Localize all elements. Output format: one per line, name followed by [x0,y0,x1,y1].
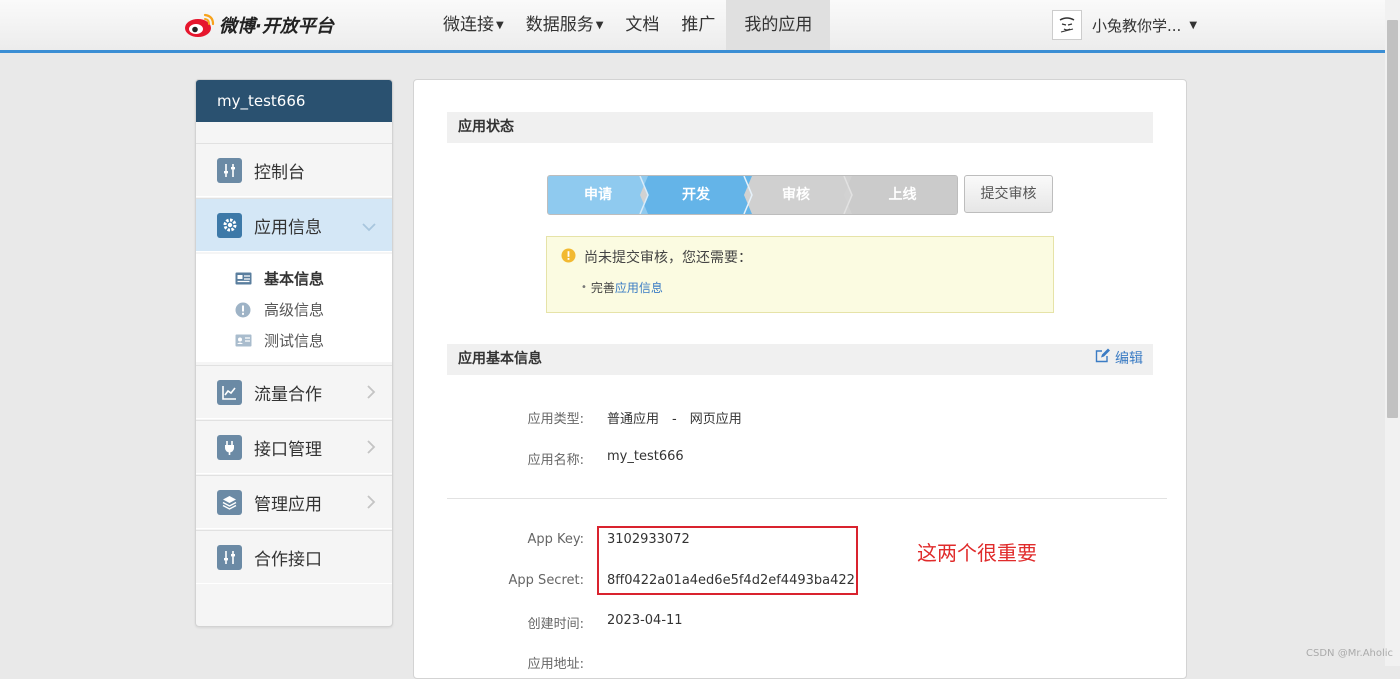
sidebar-item-manage-app[interactable]: 管理应用 [196,475,392,529]
notice-item-prefix: 完善 [590,281,615,295]
submenu-advanced-info[interactable]: 高级信息 [234,299,324,320]
sidebar-item-app-info[interactable]: 应用信息 [196,198,392,252]
sliders-icon [217,544,242,570]
chevron-right-icon [366,439,376,458]
status-progress-bar: 申请 开发 审核 上线 [547,175,958,215]
chevron-down-icon [362,217,376,236]
nav-label: 我的应用 [744,15,813,35]
created-time-value: 2023-04-11 [607,613,683,628]
test-card-icon [234,332,252,350]
submenu-label: 高级信息 [264,301,325,319]
plug-icon [217,434,242,460]
submit-review-button[interactable]: 提交审核 [964,175,1053,213]
divider [447,498,1167,499]
main-nav: 微连接 ▼ 数据服务 ▼ 文档 推广 我的应用 [432,0,831,50]
nav-data-services[interactable]: 数据服务 ▼ [515,0,615,50]
sidebar-item-label: 控制台 [254,162,305,183]
submenu-test-info[interactable]: 测试信息 [234,330,324,351]
nav-micro-connect[interactable]: 微连接 ▼ [432,0,515,50]
avatar[interactable] [1052,10,1082,40]
nav-label: 推广 [681,15,716,35]
sidebar-item-label: 合作接口 [254,549,322,570]
user-name: 小兔教你学... [1092,16,1182,35]
nav-docs[interactable]: 文档 [614,0,670,50]
sidebar-item-label: 应用信息 [254,217,322,238]
sidebar-item-traffic[interactable]: 流量合作 [196,365,392,419]
app-address-label: 应用地址: [527,657,584,672]
step-review: 审核 [782,187,810,203]
annotation-text: 这两个很重要 [917,541,1037,565]
main-panel: 应用状态 申请 开发 审核 上线 提交审核 尚未提交审核，您还需要： • 完善应… [413,79,1187,679]
app-type-value: 普通应用 - 网页应用 [607,412,742,427]
sliders-icon [217,157,242,183]
notice-title-row: 尚未提交审核，您还需要： [561,247,752,267]
sidebar: my_test666 控制台 应用信息 基本信息 高级信息 测试信息 流量合作 … [195,79,393,627]
submenu-label: 基本信息 [264,270,325,288]
submenu-label: 测试信息 [264,332,325,350]
app-name-label: 应用名称: [527,453,584,468]
created-time-label: 创建时间: [527,617,584,632]
notice-box: 尚未提交审核，您还需要： • 完善 应用信息 [546,236,1054,313]
notice-item: • 完善 应用信息 [581,279,663,296]
nav-label: 数据服务 [525,15,594,35]
user-menu[interactable]: 小兔教你学... ▼ [1052,8,1197,42]
weibo-eye-icon [183,11,217,39]
brand-text: 微博·开放平台 [219,16,334,37]
key-secret-highlight-box [597,526,858,595]
nav-promotion[interactable]: 推广 [670,0,726,50]
bullet-icon: • [581,282,587,293]
section-header-basic-info: 应用基本信息 编辑 [447,344,1153,375]
scrollbar-thumb[interactable] [1387,20,1398,418]
sidebar-item-label: 流量合作 [254,384,322,405]
top-nav-bar: 微博·开放平台 微连接▼ 数据服务▼ 文档 推广 我的应用 小兔教你学... [0,0,1385,53]
notice-title: 尚未提交审核，您还需要： [584,250,752,266]
app-name-value: my_test666 [607,449,684,464]
app-type-label: 应用类型: [527,412,584,427]
chevron-right-icon [366,384,376,403]
sidebar-item-console[interactable]: 控制台 [196,143,392,197]
id-card-icon [234,270,252,288]
submenu-basic-info[interactable]: 基本信息 [234,268,324,289]
edit-button[interactable]: 编辑 [1095,344,1143,375]
info-circle-icon [234,301,252,319]
sidebar-item-api-management[interactable]: 接口管理 [196,420,392,474]
sidebar-item-label: 接口管理 [254,439,322,460]
step-online: 上线 [888,187,917,203]
caret-down-icon: ▼ [496,20,504,31]
caret-down-icon: ▼ [1189,19,1198,31]
sidebar-item-label: 管理应用 [254,494,322,515]
app-info-submenu: 基本信息 高级信息 测试信息 [196,254,392,362]
caret-down-icon: ▼ [595,20,604,31]
edit-icon [1095,344,1110,375]
section-header-app-status: 应用状态 [447,112,1153,143]
complete-app-info-link[interactable]: 应用信息 [615,279,663,296]
warning-icon [561,248,576,267]
section-title: 应用基本信息 [458,351,542,367]
sidebar-item-partner-api[interactable]: 合作接口 [196,530,392,584]
chevron-right-icon [366,494,376,513]
edit-label: 编辑 [1115,351,1143,367]
nav-label: 文档 [625,15,660,35]
nav-label: 微连接 [443,15,494,35]
avatar-sketch-icon [1059,17,1075,33]
weibo-logo[interactable]: 微博·开放平台 [183,10,334,40]
chart-icon [217,379,242,405]
layers-icon [217,489,242,515]
app-secret-label: App Secret: [508,573,584,588]
step-apply: 申请 [584,187,612,203]
app-key-label: App Key: [527,532,584,547]
gear-icon [217,212,242,238]
watermark: CSDN @Mr.Aholic [1306,648,1394,659]
nav-my-apps[interactable]: 我的应用 [726,0,831,50]
step-develop: 开发 [682,187,710,203]
sidebar-app-name: my_test666 [196,80,392,122]
